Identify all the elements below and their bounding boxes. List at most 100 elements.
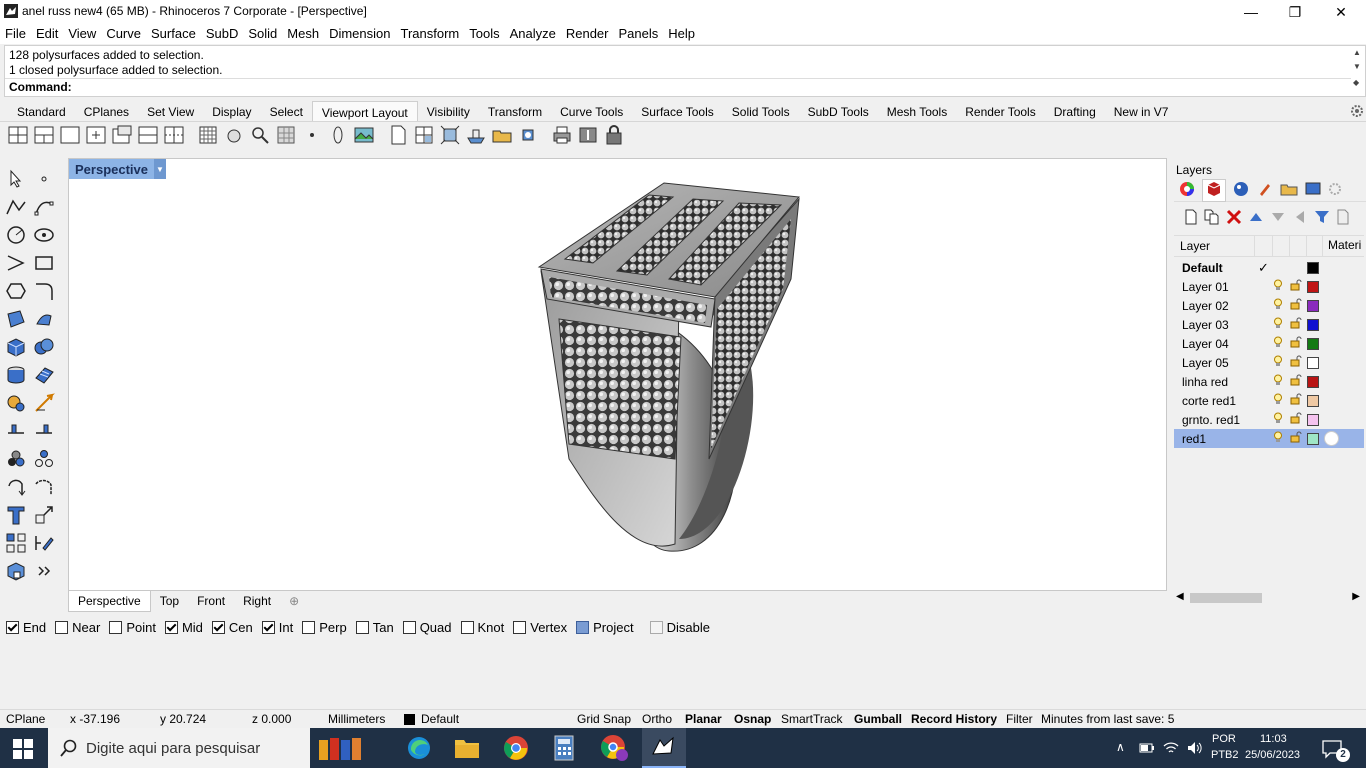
group-icon[interactable] xyxy=(2,445,30,473)
unlock-icon[interactable] xyxy=(1290,374,1302,389)
osnap-end[interactable]: End xyxy=(6,620,46,635)
osnap-near[interactable]: Near xyxy=(55,620,100,635)
materials-icon[interactable] xyxy=(1232,180,1250,201)
curve-control-points-icon[interactable] xyxy=(30,193,58,221)
clock-date[interactable]: 25/06/2023 xyxy=(1245,749,1300,761)
viewport-tab-perspective[interactable]: Perspective xyxy=(68,590,151,612)
analyze-icon[interactable] xyxy=(30,529,58,557)
osnap-cen[interactable]: Cen xyxy=(211,620,253,635)
menu-panels[interactable]: Panels xyxy=(613,24,663,44)
windows-start-icon[interactable] xyxy=(12,738,34,760)
floating-viewport-icon[interactable] xyxy=(110,123,134,147)
taskbar-people-app-icon[interactable] xyxy=(316,732,364,764)
file-explorer-icon[interactable] xyxy=(451,732,483,764)
maximize-detail-icon[interactable] xyxy=(438,123,462,147)
osnap-knot-checkbox[interactable] xyxy=(460,620,474,634)
new-sublayer-icon[interactable] xyxy=(1204,209,1220,228)
layer-row-default[interactable]: Default ✓ xyxy=(1174,258,1364,277)
menu-edit[interactable]: Edit xyxy=(31,24,63,44)
layout-ship-icon[interactable] xyxy=(464,123,488,147)
viewport-tab-front[interactable]: Front xyxy=(188,591,234,611)
ellipse-icon[interactable] xyxy=(30,221,58,249)
add-viewport-tab-icon[interactable]: ⊕ xyxy=(280,591,308,611)
menu-view[interactable]: View xyxy=(63,24,101,44)
gumball-toggle[interactable]: Gumball xyxy=(854,712,902,726)
color-wheel-icon[interactable] xyxy=(1178,180,1196,201)
extrude-curve-icon[interactable] xyxy=(30,305,58,333)
osnap-quad[interactable]: Quad xyxy=(402,620,452,635)
osnap-point[interactable]: Point xyxy=(109,620,156,635)
record-history-toggle[interactable]: Record History xyxy=(911,712,997,726)
split-icon[interactable] xyxy=(2,417,30,445)
volume-icon[interactable] xyxy=(1186,740,1202,756)
tab-subd-tools[interactable]: SubD Tools xyxy=(799,101,878,121)
lens-icon[interactable] xyxy=(326,123,350,147)
close-button[interactable]: ✕ xyxy=(1318,0,1364,24)
circle-icon[interactable] xyxy=(2,221,30,249)
zoom-target-icon[interactable] xyxy=(516,123,540,147)
layer-color-swatch[interactable] xyxy=(1307,280,1319,293)
tab-cplanes[interactable]: CPlanes xyxy=(75,101,138,121)
scrollbar-thumb[interactable] xyxy=(1190,593,1262,603)
calculator-icon[interactable] xyxy=(548,732,580,764)
detail-view-icon[interactable] xyxy=(412,123,436,147)
menu-dimension[interactable]: Dimension xyxy=(324,24,395,44)
lightbulb-icon[interactable] xyxy=(1273,431,1283,446)
layer-color-swatch[interactable] xyxy=(1307,261,1319,274)
material-sphere-icon[interactable] xyxy=(1324,431,1339,446)
gear-icon[interactable] xyxy=(1328,182,1342,199)
new-layer-icon[interactable] xyxy=(1184,209,1198,228)
tab-render-tools[interactable]: Render Tools xyxy=(956,101,1045,121)
layers-horizontal-scrollbar[interactable]: ◀ ▶ xyxy=(1174,590,1364,606)
layer-color-swatch[interactable] xyxy=(1307,432,1319,445)
folder-layout-icon[interactable] xyxy=(490,123,514,147)
surface-from-points-icon[interactable] xyxy=(2,305,30,333)
filter-toggle[interactable]: Filter xyxy=(1006,712,1033,726)
layer-options-icon[interactable] xyxy=(1336,209,1350,228)
more-tools-icon[interactable] xyxy=(30,557,58,585)
point-tool-icon[interactable] xyxy=(30,165,58,193)
scroll-left-icon[interactable]: ◀ xyxy=(1176,591,1184,602)
menu-render[interactable]: Render xyxy=(561,24,614,44)
dimension-arrow-icon[interactable] xyxy=(30,389,58,417)
status-units[interactable]: Millimeters xyxy=(328,712,385,726)
layer-row[interactable]: Layer 04 xyxy=(1174,334,1364,353)
gear-icon[interactable] xyxy=(1350,104,1364,118)
chrome-profile-icon[interactable] xyxy=(598,732,630,764)
osnap-vertex-checkbox[interactable] xyxy=(513,620,527,634)
osnap-disable[interactable]: Disable xyxy=(649,620,710,635)
select-arrow-icon[interactable] xyxy=(2,165,30,193)
tab-drafting[interactable]: Drafting xyxy=(1045,101,1105,121)
tab-surface-tools[interactable]: Surface Tools xyxy=(632,101,723,121)
layer-color-swatch[interactable] xyxy=(1307,356,1319,369)
lightbulb-icon[interactable] xyxy=(1273,374,1283,389)
lightbulb-icon[interactable] xyxy=(1273,298,1283,313)
unlock-icon[interactable] xyxy=(1290,336,1302,351)
menu-subd[interactable]: SubD xyxy=(201,24,244,44)
osnap-toggle[interactable]: Osnap xyxy=(734,712,771,726)
array-icon[interactable] xyxy=(2,529,30,557)
layer-row[interactable]: Layer 03 xyxy=(1174,315,1364,334)
boolean-union-icon[interactable] xyxy=(30,333,58,361)
new-viewport-icon[interactable] xyxy=(84,123,108,147)
menu-tools[interactable]: Tools xyxy=(464,24,504,44)
layer-row[interactable]: corte red1 xyxy=(1174,391,1364,410)
move-up-icon[interactable] xyxy=(1248,209,1264,228)
box-icon[interactable] xyxy=(2,333,30,361)
grid-icon[interactable] xyxy=(196,123,220,147)
edge-browser-icon[interactable] xyxy=(403,732,435,764)
tab-curve-tools[interactable]: Curve Tools xyxy=(551,101,632,121)
grid-snap-toggle[interactable]: Grid Snap xyxy=(577,712,631,726)
tab-new-in-v7[interactable]: New in V7 xyxy=(1105,101,1178,121)
taskbar-search-box[interactable]: Digite aqui para pesquisar xyxy=(48,728,310,768)
maximize-button[interactable]: ❐ xyxy=(1272,0,1318,24)
unlock-icon[interactable] xyxy=(1290,298,1302,313)
smarttrack-toggle[interactable]: SmartTrack xyxy=(781,712,843,726)
osnap-knot[interactable]: Knot xyxy=(460,620,504,635)
status-layer[interactable]: Default xyxy=(421,712,459,726)
viewport-tab-top[interactable]: Top xyxy=(151,591,188,611)
layer-row[interactable]: linha red xyxy=(1174,372,1364,391)
minimize-button[interactable]: — xyxy=(1228,0,1274,24)
tab-transform[interactable]: Transform xyxy=(479,101,551,121)
chevron-up-icon[interactable]: ∧ xyxy=(1116,740,1125,754)
